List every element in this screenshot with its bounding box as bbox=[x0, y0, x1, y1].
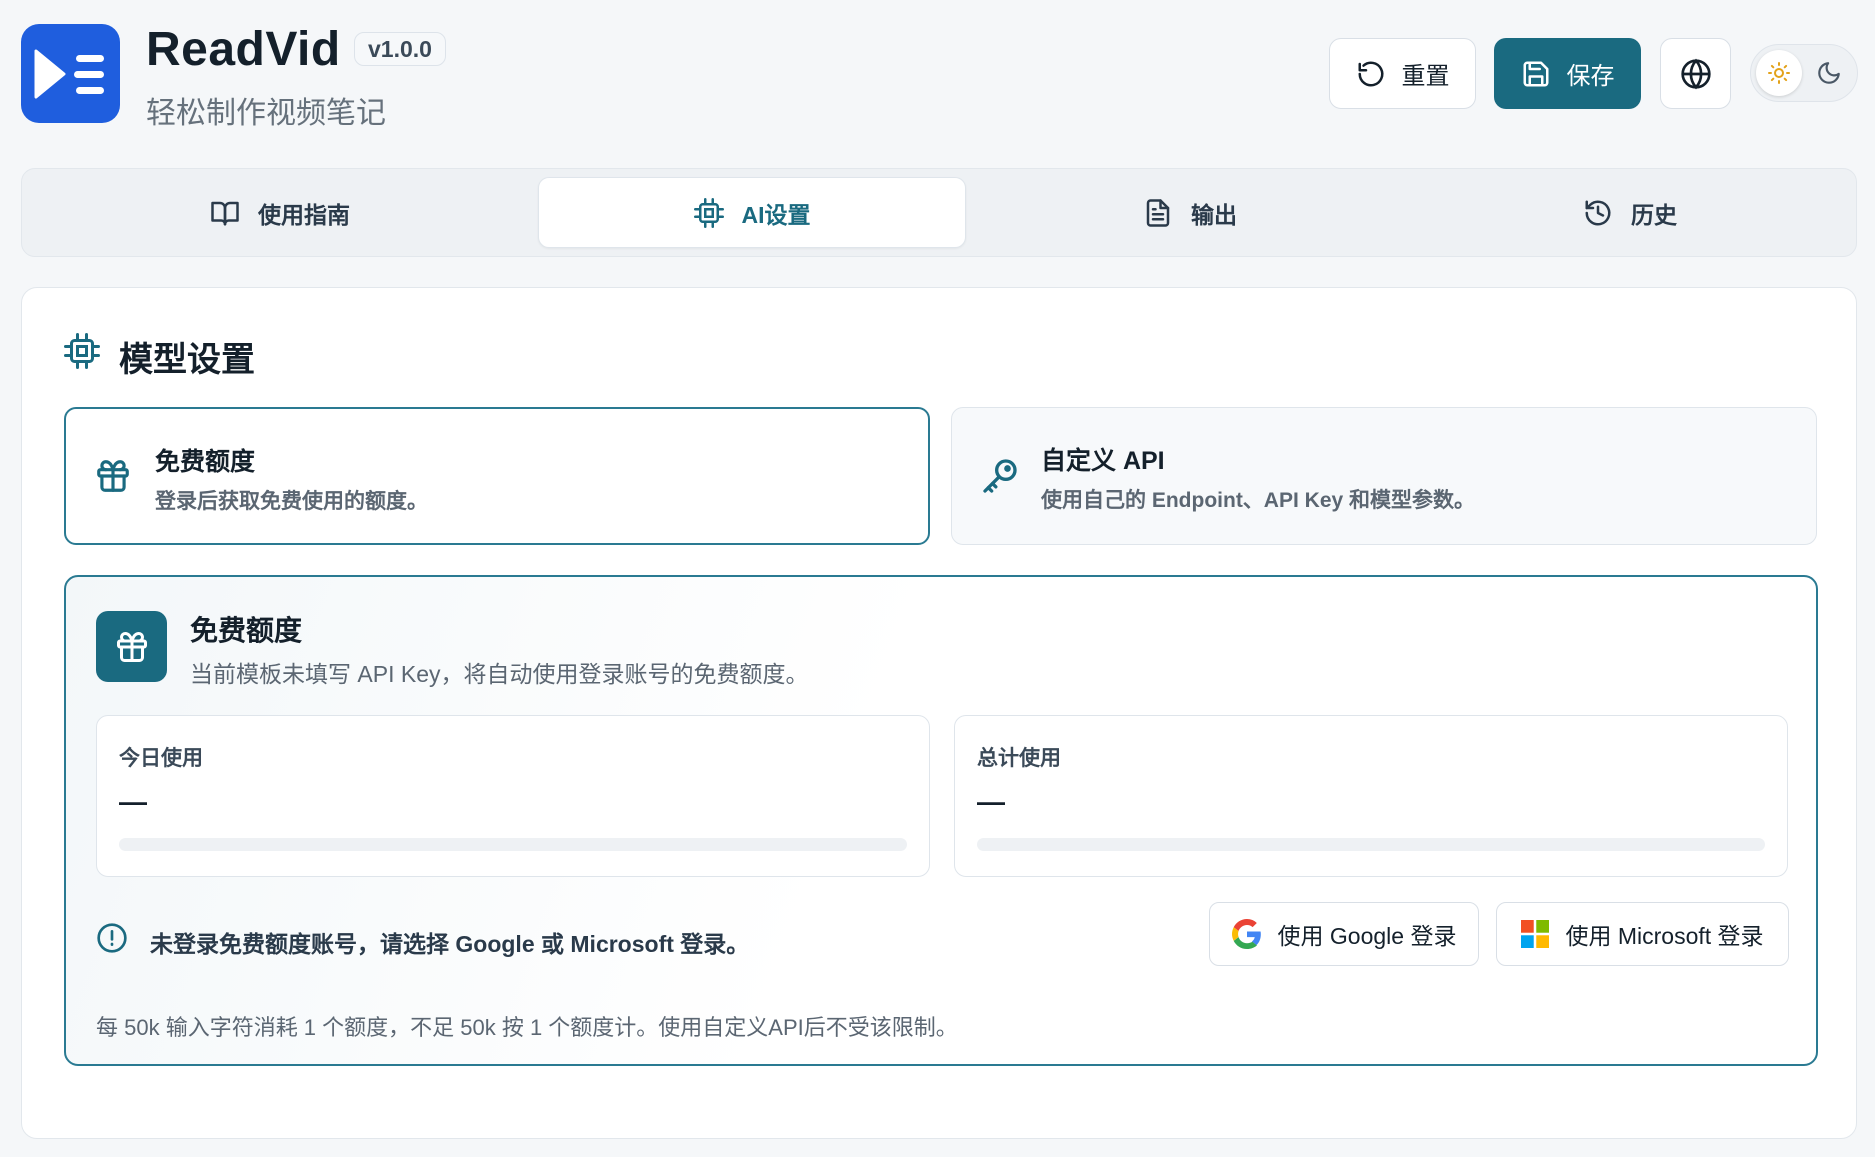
version-badge: v1.0.0 bbox=[354, 32, 446, 66]
tab-history-label: 历史 bbox=[1631, 201, 1677, 228]
history-icon bbox=[1585, 200, 1611, 225]
gift-icon bbox=[116, 631, 147, 662]
moon-icon[interactable] bbox=[1816, 60, 1842, 86]
quota-title: 免费额度 bbox=[190, 615, 303, 646]
app-logo bbox=[21, 24, 120, 123]
microsoft-login-button[interactable]: 使用 Microsoft 登录 bbox=[1496, 902, 1789, 966]
book-icon bbox=[211, 201, 239, 225]
stat-label: 总计使用 bbox=[977, 747, 1061, 770]
google-login-button[interactable]: 使用 Google 登录 bbox=[1209, 902, 1479, 966]
tab-output-label: 输出 bbox=[1191, 201, 1237, 228]
language-button[interactable] bbox=[1660, 38, 1731, 109]
reset-button[interactable]: 重置 bbox=[1329, 38, 1476, 109]
stat-value: — bbox=[977, 786, 1005, 817]
stat-label: 今日使用 bbox=[119, 747, 203, 770]
app-title: ReadVid bbox=[146, 23, 341, 76]
reset-icon bbox=[1358, 61, 1383, 86]
reset-label: 重置 bbox=[1401, 63, 1450, 90]
quota-icon-badge bbox=[96, 611, 167, 682]
play-list-icon bbox=[34, 49, 104, 98]
section-title: 模型设置 bbox=[119, 341, 255, 379]
quota-description: 当前模板未填写 API Key，将自动使用登录账号的免费额度。 bbox=[190, 661, 809, 687]
login-alert-text: 未登录免费额度账号，请选择 Google 或 Microsoft 登录。 bbox=[150, 931, 750, 957]
info-alert-icon bbox=[97, 923, 127, 953]
option-custom-api[interactable]: 自定义 API 使用自己的 Endpoint、API Key 和模型参数。 bbox=[951, 407, 1817, 545]
tab-output[interactable]: 输出 bbox=[974, 177, 1406, 248]
gift-icon bbox=[97, 460, 129, 492]
save-label: 保存 bbox=[1566, 63, 1615, 90]
tab-ai-settings-label: AI设置 bbox=[741, 201, 811, 228]
sun-icon bbox=[1768, 62, 1790, 84]
stat-progress-bar bbox=[119, 838, 907, 851]
option-description: 登录后获取免费使用的额度。 bbox=[155, 490, 428, 513]
cpu-icon bbox=[693, 197, 724, 228]
stat-today: 今日使用 — bbox=[96, 715, 930, 877]
free-quota-panel: 免费额度 当前模板未填写 API Key，将自动使用登录账号的免费额度。 今日使… bbox=[64, 575, 1818, 1066]
cpu-icon bbox=[64, 333, 100, 369]
google-icon bbox=[1231, 919, 1261, 949]
key-icon bbox=[983, 459, 1017, 493]
save-icon bbox=[1523, 61, 1548, 86]
tab-guide[interactable]: 使用指南 bbox=[30, 177, 530, 248]
stat-total: 总计使用 — bbox=[954, 715, 1788, 877]
google-login-label: 使用 Google 登录 bbox=[1277, 923, 1457, 949]
quota-footnote: 每 50k 输入字符消耗 1 个额度，不足 50k 按 1 个额度计。使用自定义… bbox=[96, 1015, 958, 1040]
option-title: 免费额度 bbox=[155, 448, 256, 476]
option-title: 自定义 API bbox=[1041, 447, 1165, 475]
globe-icon bbox=[1680, 58, 1711, 89]
option-free-quota[interactable]: 免费额度 登录后获取免费使用的额度。 bbox=[64, 407, 930, 545]
stat-progress-bar bbox=[977, 838, 1765, 851]
tab-ai-settings[interactable]: AI设置 bbox=[538, 177, 966, 248]
stat-value: — bbox=[119, 786, 147, 817]
theme-toggle[interactable] bbox=[1750, 44, 1858, 102]
option-description: 使用自己的 Endpoint、API Key 和模型参数。 bbox=[1041, 489, 1476, 512]
theme-knob-light[interactable] bbox=[1756, 50, 1802, 96]
tab-bar: 使用指南 AI设置 输出 历史 bbox=[21, 168, 1857, 257]
save-button[interactable]: 保存 bbox=[1494, 38, 1641, 109]
app-subtitle: 轻松制作视频笔记 bbox=[146, 97, 386, 130]
microsoft-login-label: 使用 Microsoft 登录 bbox=[1565, 923, 1764, 949]
microsoft-icon bbox=[1521, 920, 1550, 948]
settings-panel: 模型设置 免费额度 登录后获取免费使用的额度。 自定义 API 使用自己的 En… bbox=[21, 287, 1857, 1139]
document-icon bbox=[1146, 198, 1170, 227]
tab-history[interactable]: 历史 bbox=[1414, 177, 1846, 248]
tab-guide-label: 使用指南 bbox=[258, 201, 350, 228]
